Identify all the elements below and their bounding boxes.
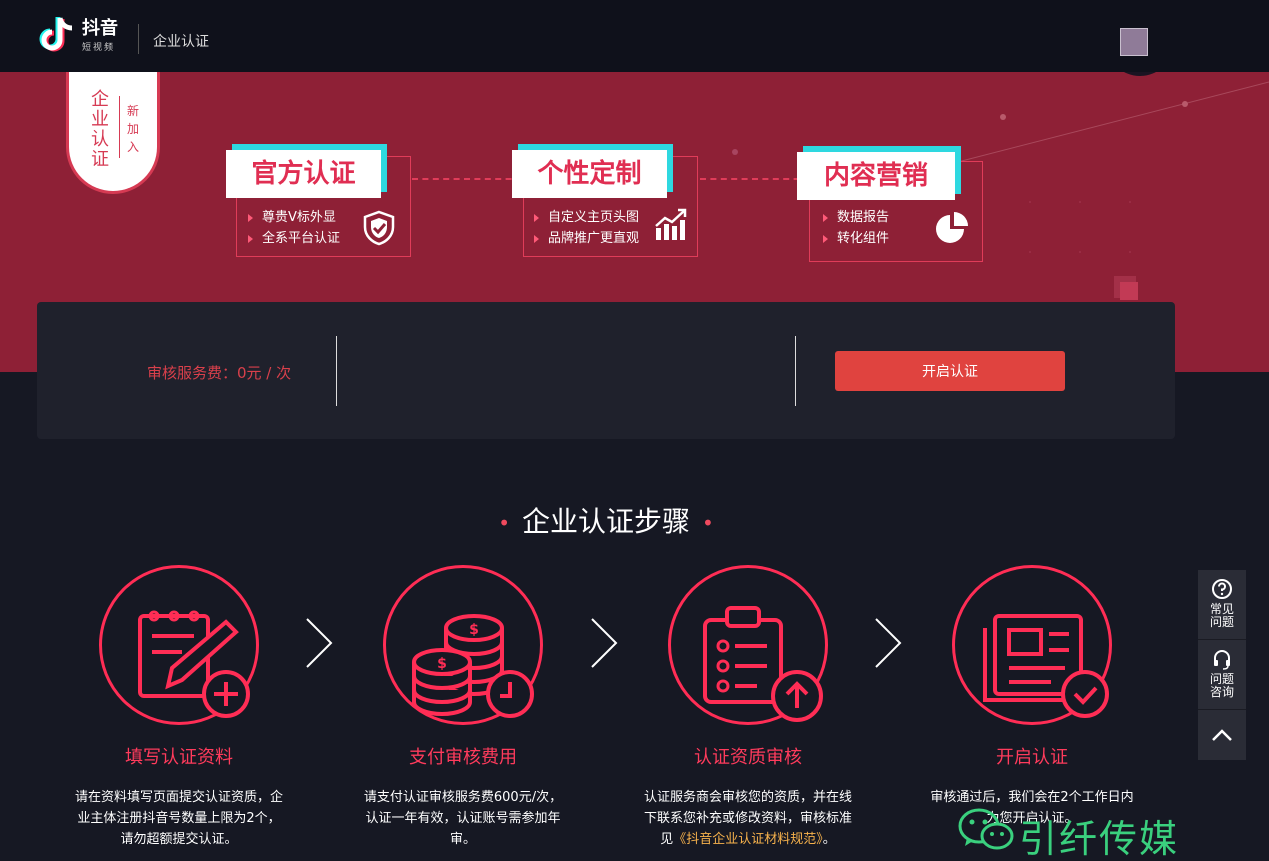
fee-panel: 审核服务费：0元 / 次 开启认证: [37, 302, 1175, 439]
desc-line: 请勿超额提交认证。: [120, 832, 238, 847]
headset-icon: [1214, 650, 1230, 670]
step-description: 请支付认证审核服务费600元/次， 认证一年有效，认证账号需参加年 审。: [333, 787, 593, 850]
watermark-text: 引纤传媒: [1019, 817, 1180, 861]
fee-divider: [336, 336, 337, 406]
feature-item: 品牌推广更直观: [534, 228, 639, 249]
feature-list: 尊贵V标外显 全系平台认证: [248, 207, 340, 249]
feature-item: 自定义主页头图: [534, 207, 639, 228]
back-to-top-button[interactable]: [1198, 710, 1246, 760]
avatar[interactable]: [1120, 28, 1148, 56]
connector-line: [412, 178, 522, 180]
feature-title: 内容营销: [797, 152, 955, 200]
feature-item: 尊贵V标外显: [248, 207, 340, 228]
desc-text: 见: [660, 832, 674, 847]
page-title: 企业认证: [153, 34, 209, 50]
top-bar: 抖音 短视频 企业认证: [0, 0, 1269, 72]
step-circle: [952, 565, 1112, 725]
logo-text: 抖音: [82, 18, 118, 39]
step-title: 支付审核费用: [409, 747, 517, 768]
step-description: 认证服务商会审核您的资质，并在线 下联系您补充或修改资料，审核标准 见《抖音企业…: [618, 787, 878, 850]
desc-line: 认证一年有效，认证账号需参加年: [365, 811, 561, 826]
logo-subtitle: 短视频: [82, 43, 116, 53]
desc-line: 见《抖音企业认证材料规范》。: [618, 829, 878, 850]
shield-check-icon: [363, 210, 395, 246]
step-title: 填写认证资料: [125, 747, 233, 768]
fee-divider: [795, 336, 796, 406]
material-spec-link[interactable]: 《抖音企业认证材料规范》: [673, 832, 823, 847]
feature-title: 官方认证: [226, 150, 381, 198]
start-certification-button[interactable]: 开启认证: [835, 351, 1065, 391]
step-circle: [99, 565, 259, 725]
wechat-icon: [958, 808, 1014, 850]
clipboard-upload-icon: [703, 606, 823, 722]
desc-line: 下联系您补充或修改资料，审核标准: [643, 811, 852, 826]
feature-item: 全系平台认证: [248, 228, 340, 249]
feature-list: 自定义主页头图 品牌推广更直观: [534, 207, 639, 249]
consult-label: 问题咨询: [1209, 672, 1234, 699]
steps-title: 企业认证步骤: [521, 505, 690, 538]
ribbon-sub-text: 新加入: [126, 104, 139, 154]
ribbon-main-text: 企业认证: [91, 89, 109, 170]
chart-growth-icon: [655, 208, 687, 240]
svg-text:$: $: [469, 622, 479, 638]
desc-line: 请在资料填写页面提交认证资质，企: [74, 790, 283, 805]
form-edit-icon: [138, 610, 250, 718]
steps-heading: • 企业认证步骤 •: [0, 500, 1212, 540]
feature-item: 数据报告: [823, 207, 889, 228]
question-icon: [1212, 579, 1232, 599]
consult-button[interactable]: 问题咨询: [1198, 640, 1246, 710]
feature-title: 个性定制: [512, 150, 667, 198]
header-divider: [138, 24, 139, 54]
chevron-up-icon: [1212, 729, 1232, 741]
fee-label: 审核服务费：0元 / 次: [147, 364, 292, 382]
desc-line: 请支付认证审核服务费600元/次，: [363, 790, 563, 805]
chevron-right-icon: [875, 618, 902, 668]
connector-line: [700, 178, 810, 180]
side-float-panel: 常见问题 问题咨询: [1198, 570, 1246, 760]
desc-text: 。: [822, 832, 836, 847]
step-circle: $ $: [383, 565, 543, 725]
new-badge: 企业认证 新加入: [66, 72, 160, 194]
faq-label: 常见问题: [1209, 602, 1234, 629]
step-description: 请在资料填写页面提交认证资质，企 业主体注册抖音号数量上限为2个， 请勿超额提交…: [49, 787, 309, 850]
ribbon-divider: [119, 96, 120, 158]
desc-line: 业主体注册抖音号数量上限为2个，: [77, 811, 281, 826]
desc-line: 认证服务商会审核您的资质，并在线: [643, 790, 852, 805]
document-check-icon: [983, 614, 1109, 718]
svg-text:$: $: [437, 656, 447, 672]
chevron-right-icon: [591, 618, 618, 668]
desc-line: 审。: [449, 832, 476, 847]
feature-item: 转化组件: [823, 228, 889, 249]
desc-line: 审核通过后，我们会在2个工作日内: [930, 790, 1134, 805]
pie-chart-icon: [936, 212, 968, 243]
chevron-right-icon: [306, 618, 333, 668]
step-circle: [668, 565, 828, 725]
step-title: 开启认证: [996, 747, 1068, 768]
tiktok-note-icon: [39, 17, 73, 52]
title-dot: •: [702, 511, 714, 535]
coins-clock-icon: $ $: [412, 614, 534, 718]
step-title: 认证资质审核: [694, 747, 802, 768]
title-dot: •: [498, 511, 510, 535]
feature-list: 数据报告 转化组件: [823, 207, 889, 249]
watermark: 引纤传媒: [957, 806, 1197, 861]
faq-button[interactable]: 常见问题: [1198, 570, 1246, 640]
